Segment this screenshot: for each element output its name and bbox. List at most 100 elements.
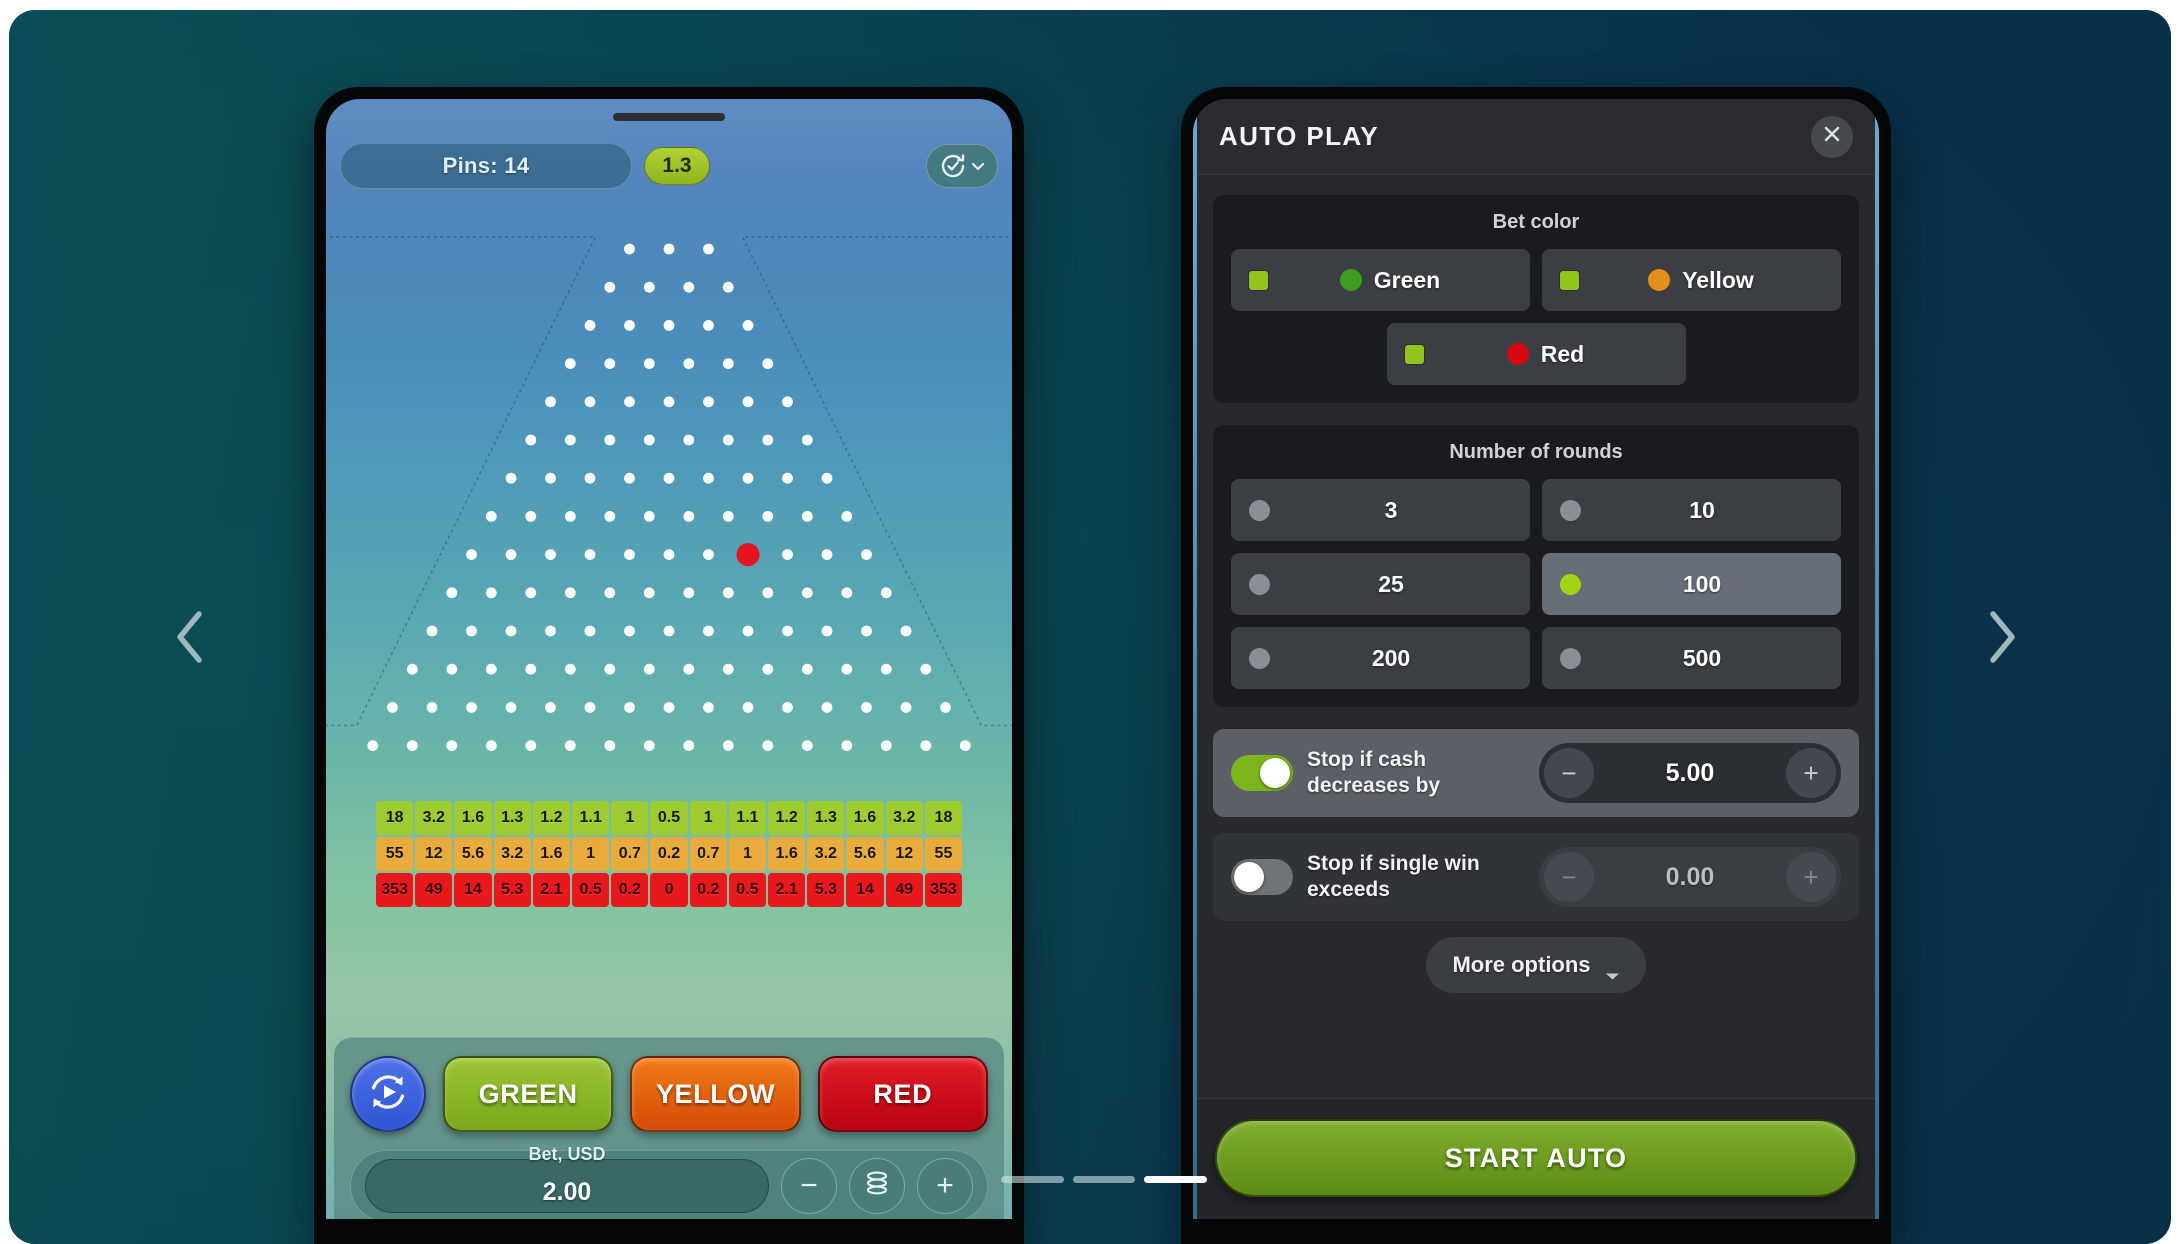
bet-color-option-red[interactable]: Red	[1386, 323, 1686, 385]
phone-right: AUTO PLAY Bet color Green Yellow Red Numbe…	[1181, 87, 1891, 1244]
stop-value-decrease-button[interactable]: −	[1544, 748, 1594, 798]
plinko-pin	[604, 511, 616, 522]
payout-cell-green: 1.2	[768, 801, 806, 835]
stop-condition-toggle[interactable]	[1231, 755, 1293, 791]
rounds-option-500[interactable]: 500	[1542, 627, 1841, 689]
plinko-pin	[584, 549, 596, 560]
bet-color-label: Red	[1424, 341, 1668, 368]
plinko-pin	[663, 396, 675, 408]
plinko-pin	[683, 434, 695, 446]
bet-color-option-yellow[interactable]: Yellow	[1542, 249, 1841, 311]
toggle-knob	[1234, 862, 1264, 892]
carousel-next-button[interactable]	[1971, 608, 2033, 670]
plinko-pin	[564, 434, 576, 446]
rounds-option-25[interactable]: 25	[1231, 553, 1530, 615]
history-button[interactable]	[926, 144, 998, 188]
payout-cell-green: 18	[376, 801, 414, 835]
close-button[interactable]	[1811, 115, 1853, 158]
bet-value: 2.00	[542, 1178, 592, 1206]
plinko-pin	[703, 549, 714, 560]
stop-value-increase-button[interactable]: +	[1786, 852, 1836, 902]
promo-canvas: Pins: 14 1.3 18 3.2 1.6 1.3 1.2 1.1 1 0.…	[9, 10, 2171, 1244]
bet-input[interactable]: Bet, USD 2.00	[365, 1144, 769, 1213]
rounds-option-10[interactable]: 10	[1542, 479, 1841, 541]
payout-cell-green: 1	[689, 801, 727, 835]
pins-chip[interactable]: Pins: 14	[340, 143, 632, 189]
plinko-pin	[426, 702, 438, 713]
plinko-pin	[505, 702, 517, 713]
color-dot-icon	[1648, 269, 1671, 291]
plinko-pin	[545, 396, 556, 408]
bet-decrease-button[interactable]: −	[781, 1158, 837, 1214]
plinko-pin	[821, 472, 833, 484]
plinko-pin	[782, 702, 793, 713]
rounds-title: Number of rounds	[1449, 441, 1623, 463]
stop-value-decrease-button[interactable]: −	[1544, 852, 1594, 902]
plinko-pin	[485, 587, 497, 599]
payout-cell-yellow: 3.2	[493, 837, 531, 871]
payout-cell-yellow: 0.7	[611, 837, 649, 871]
bet-color-options: Green Yellow Red	[1231, 249, 1841, 385]
chevron-down-icon	[970, 158, 986, 174]
game-topbar: Pins: 14 1.3	[326, 137, 1012, 195]
radio-indicator	[1249, 499, 1270, 521]
plinko-pin	[466, 702, 477, 713]
bet-chips-button[interactable]	[849, 1158, 905, 1214]
payout-cell-red: 0.5	[728, 873, 767, 907]
stop-value-stepper: − 5.00 +	[1539, 743, 1841, 803]
carousel-dot[interactable]	[1001, 1176, 1064, 1183]
multiplier-badge: 1.3	[644, 147, 710, 185]
plinko-pin	[446, 740, 458, 751]
bet-color-option-green[interactable]: Green	[1231, 249, 1530, 311]
plinko-pin	[703, 625, 714, 637]
payout-cell-red: 49	[415, 873, 453, 907]
plinko-pin	[703, 320, 714, 331]
plinko-pin	[782, 472, 793, 484]
rounds-option-200[interactable]: 200	[1231, 627, 1530, 689]
autoplay-screen: AUTO PLAY Bet color Green Yellow Red Numbe…	[1193, 99, 1879, 1219]
bet-yellow-button[interactable]: YELLOW	[630, 1056, 801, 1132]
autoplay-header: AUTO PLAY	[1193, 99, 1879, 175]
plinko-pin	[545, 549, 556, 560]
plinko-pin	[564, 511, 576, 522]
radio-indicator	[1560, 647, 1581, 669]
plinko-pin	[643, 511, 655, 522]
start-auto-button[interactable]: START AUTO	[1215, 1119, 1857, 1197]
plinko-pin	[762, 434, 774, 446]
rounds-option-3[interactable]: 3	[1231, 479, 1530, 541]
plinko-pin	[466, 625, 477, 637]
plinko-board	[326, 231, 1012, 791]
plinko-pin	[643, 434, 655, 446]
plinko-pin	[801, 511, 813, 522]
payout-cell-red: 0	[650, 873, 688, 907]
plinko-pin	[940, 702, 951, 713]
stop-value-increase-button[interactable]: +	[1786, 748, 1836, 798]
rounds-label: 10	[1689, 496, 1715, 523]
plinko-pin	[920, 663, 932, 675]
plinko-pin	[821, 625, 833, 637]
bet-green-button[interactable]: GREEN	[443, 1056, 614, 1132]
carousel-dot[interactable]	[1072, 1176, 1136, 1183]
bet-red-button[interactable]: RED	[817, 1056, 988, 1132]
bet-color-card: Bet color Green Yellow Red	[1213, 195, 1859, 403]
color-dot-icon	[1339, 269, 1362, 291]
payout-cell-red: 2.1	[532, 873, 571, 907]
stop-condition-toggle[interactable]	[1231, 859, 1293, 895]
carousel-prev-button[interactable]	[159, 608, 221, 670]
more-options-button[interactable]: More options	[1426, 937, 1646, 993]
plinko-pin	[604, 434, 616, 446]
rounds-option-100[interactable]: 100	[1542, 553, 1841, 615]
plinko-pin	[545, 472, 556, 484]
plinko-pin	[564, 358, 576, 369]
carousel-dot[interactable]	[1144, 1176, 1208, 1183]
payout-cell-red: 14	[846, 873, 884, 907]
autoplay-button[interactable]	[350, 1056, 426, 1132]
bet-increase-button[interactable]: +	[917, 1158, 973, 1214]
payout-cell-yellow: 0.7	[689, 837, 727, 871]
plinko-pin	[861, 625, 872, 637]
payout-cell-red: 353	[924, 873, 963, 907]
plinko-pin	[762, 587, 774, 599]
plinko-pin	[525, 587, 537, 599]
stop-value: 0.00	[1665, 862, 1715, 891]
plinko-pin	[663, 549, 675, 560]
